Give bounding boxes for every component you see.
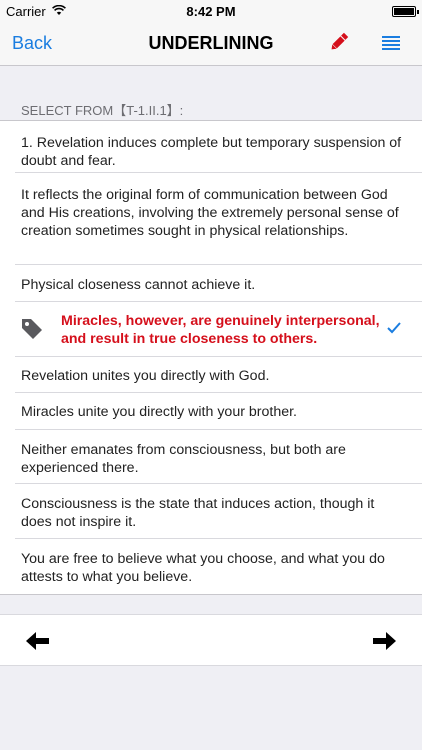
paragraph-text: Consciousness is the state that induces …	[21, 496, 375, 530]
arrow-left-icon[interactable]	[26, 631, 50, 651]
navigation-bar: Back UNDERLINING	[0, 22, 422, 66]
paragraph-text: You are free to believe what you choose,…	[21, 551, 385, 585]
paragraph-text: 1. Revelation induces complete but tempo…	[21, 135, 402, 169]
paragraph-row-selected[interactable]: Miracles, however, are genuinely interpe…	[0, 302, 422, 357]
pencil-icon[interactable]	[328, 31, 350, 53]
checkmark-icon	[387, 322, 401, 334]
battery-icon	[392, 6, 419, 17]
paragraph-text: Neither emanates from consciousness, but…	[21, 442, 346, 476]
paragraph-row[interactable]: Physical closeness cannot achieve it.	[0, 265, 422, 302]
list-icon[interactable]	[382, 34, 400, 52]
paragraph-list: 1. Revelation induces complete but tempo…	[0, 120, 422, 595]
paragraph-row[interactable]: You are free to believe what you choose,…	[0, 539, 422, 594]
paragraph-text: Physical closeness cannot achieve it.	[21, 277, 256, 293]
paragraph-text: It reflects the original form of communi…	[21, 187, 399, 239]
paragraph-row[interactable]: Neither emanates from consciousness, but…	[0, 430, 422, 484]
paragraph-text-selected: Miracles, however, are genuinely interpe…	[61, 313, 380, 347]
tag-icon	[22, 319, 42, 339]
arrow-right-icon[interactable]	[372, 631, 396, 651]
paragraph-row[interactable]: It reflects the original form of communi…	[0, 173, 422, 265]
clock: 8:42 PM	[186, 4, 236, 19]
section-header: SELECT FROM【T-1.II.1】:	[21, 103, 184, 118]
status-bar: Carrier 8:42 PM	[0, 0, 422, 22]
paragraph-row[interactable]: 1. Revelation induces complete but tempo…	[0, 121, 422, 173]
page-title: UNDERLINING	[148, 33, 274, 53]
paragraph-text: Revelation unites you directly with God.	[21, 368, 270, 384]
paragraph-text: Miracles unite you directly with your br…	[21, 404, 297, 420]
paragraph-row[interactable]: Miracles unite you directly with your br…	[0, 393, 422, 430]
paragraph-row[interactable]: Consciousness is the state that induces …	[0, 484, 422, 539]
bottom-toolbar	[0, 614, 422, 666]
paragraph-row[interactable]: Revelation unites you directly with God.	[0, 357, 422, 393]
